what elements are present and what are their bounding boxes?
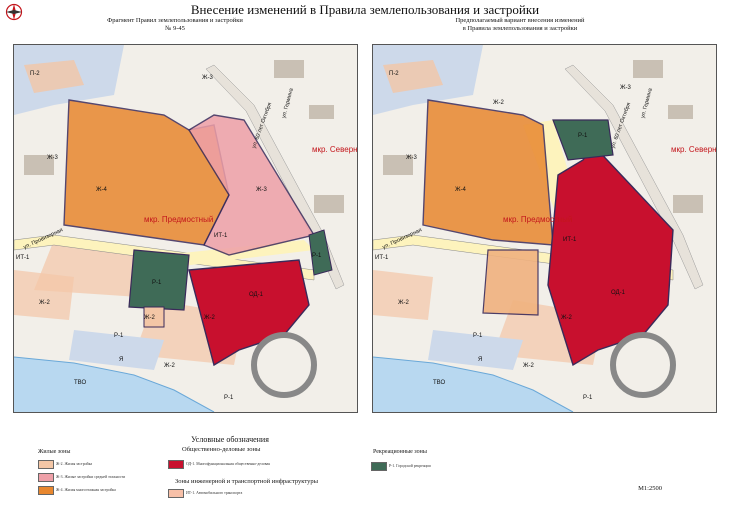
page-title: Внесение изменений в Правила землепользо…: [190, 2, 540, 17]
zone-label-it1: ИТ-1: [563, 237, 577, 243]
zone-label-zh3: Ж-3: [406, 155, 417, 161]
zone-label-zh2: Ж-2: [144, 315, 155, 321]
zone-label-zh2: Ж-2: [561, 315, 572, 321]
legend-swatch-it1: [168, 489, 184, 498]
left-map: Ж-4 Ж-3 Ж-3 Ж-3 Ж-2 Ж-2 Ж-2 Ж-2 ИТ-1 ИТ-…: [13, 44, 358, 413]
zone-label-p2: П-2: [389, 71, 399, 77]
legend-recreation-title: Рекреационные зоны: [373, 449, 427, 455]
legend-business-title: Общественно-деловые зоны: [182, 446, 261, 453]
zone-label-p1: Р-1: [224, 395, 234, 401]
legend-item-od1: ОД-1. Многофункциональная общественно-де…: [186, 462, 270, 466]
zone-label-od1: ОД-1: [249, 292, 263, 298]
zone-label-zh3: Ж-3: [47, 155, 58, 161]
district-north-name: мкр. Северн: [312, 145, 358, 154]
legend-title: Условные обозначения: [191, 435, 269, 444]
district-name: мкр. Предмостный: [144, 215, 214, 224]
zone-label-zh2: Ж-2: [39, 300, 50, 306]
zone-label-zh2: Ж-2: [523, 363, 534, 369]
zone-label-p1: Р-1: [583, 395, 593, 401]
zone-label-ya: Я: [119, 357, 124, 363]
zone-label-p1: Р-1: [114, 333, 124, 339]
zone-label-p2: П-2: [30, 71, 40, 77]
left-map-caption: Фрагмент Правил землепользования и застр…: [107, 17, 243, 33]
zone-label-p1: Р-1: [578, 133, 588, 139]
zone-label-it1: ИТ-1: [214, 233, 228, 239]
zone-label-od1: ОД-1: [611, 290, 625, 296]
zone-label-zh2: Ж-2: [493, 100, 504, 106]
zone-label-zh3: Ж-3: [620, 85, 631, 91]
scale-label: M1:2500: [638, 485, 662, 492]
legend-swatch-od1: [168, 460, 184, 469]
zone-label-ya: Я: [478, 357, 483, 363]
district-name: мкр. Предмостный: [503, 215, 573, 224]
legend-swatch-zh4: [38, 486, 54, 495]
district-north-name: мкр. Северн: [671, 145, 717, 154]
legend-engineering-title: Зоны инженерной и транспортной инфрастру…: [175, 478, 318, 485]
zone-label-zh3: Ж-3: [256, 187, 267, 193]
legend-item-it1: ИТ-1. Автомобильного транспорта: [186, 491, 243, 495]
legend-item-p1: Р-1. Городской рекреации: [389, 464, 431, 468]
legend-item-zh3: Ж-3. Жилые застройки средней этажности: [56, 475, 126, 479]
right-map-caption: Предполагаемый вариант внесения изменени…: [455, 17, 585, 33]
right-map: Ж-4 Ж-3 Ж-3 Ж-2 Ж-2 Ж-2 Ж-2 ИТ-1 ИТ-1 Р-…: [372, 44, 717, 413]
zone-label-p1: Р-1: [312, 253, 322, 259]
zone-label-zh2: Ж-2: [398, 300, 409, 306]
legend-swatch-zh3: [38, 473, 54, 482]
zone-label-zh2: Ж-2: [164, 363, 175, 369]
zone-label-tvo: ТВО: [74, 380, 87, 386]
zone-label-p1: Р-1: [473, 333, 483, 339]
legend-swatch-zh2: [38, 460, 54, 469]
legend-item-zh4: Ж-4. Жилая многоэтажная застройка: [56, 488, 116, 492]
legend-residential-title: Жилые зоны: [38, 449, 71, 455]
zone-label-p1: Р-1: [152, 280, 162, 286]
legend-item-zh2: Ж-2. Жилая застройка: [56, 462, 93, 466]
zone-label-zh3: Ж-3: [202, 75, 213, 81]
legend-swatch-p1: [371, 462, 387, 471]
zone-label-it1: ИТ-1: [16, 255, 30, 261]
zone-label-tvo: ТВО: [433, 380, 446, 386]
zone-label-zh4: Ж-4: [96, 187, 107, 193]
zone-label-zh4: Ж-4: [455, 187, 466, 193]
zone-label-it1: ИТ-1: [375, 255, 389, 261]
zone-label-zh2: Ж-2: [204, 315, 215, 321]
